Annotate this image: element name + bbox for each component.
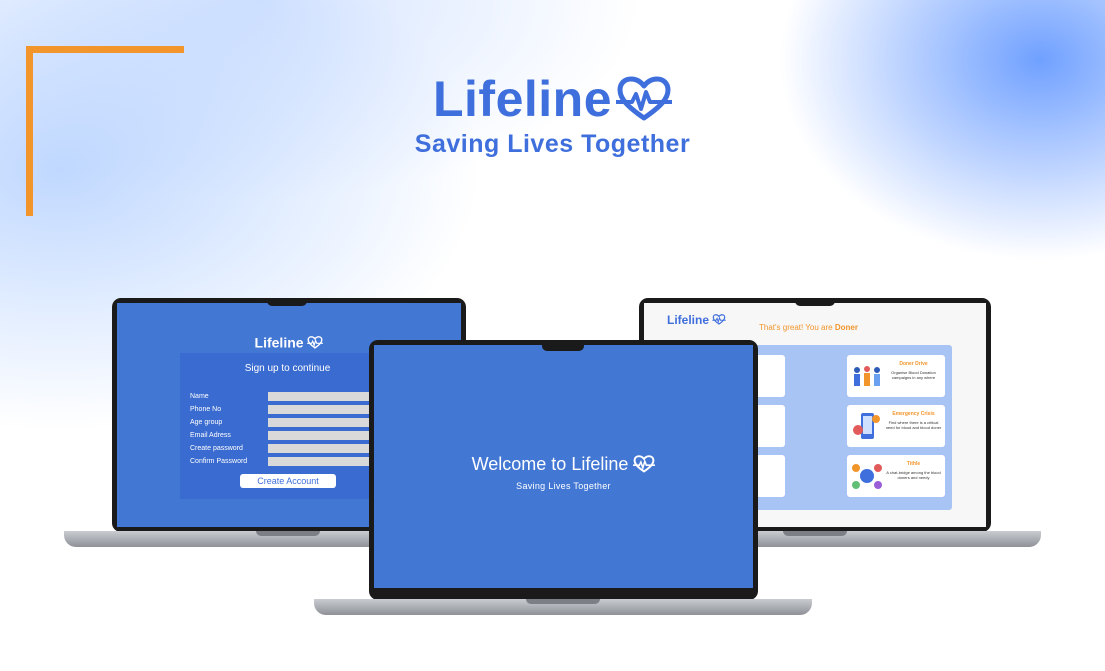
- feature-card-desc: Organise Blood Donation campaigns in any…: [891, 370, 936, 380]
- dashboard-heading-prefix: That's great! You are: [759, 323, 833, 332]
- camera-notch: [267, 298, 307, 306]
- dashboard-brand-text: Lifeline: [667, 312, 710, 327]
- dashboard-heading: That's great! You are Doner: [759, 323, 858, 332]
- create-password-label: Create password: [190, 445, 243, 452]
- signup-brand-text: Lifeline: [254, 334, 304, 351]
- welcome-subtitle: Saving Lives Together: [516, 481, 611, 491]
- dashboard-brand: Lifeline: [667, 312, 727, 327]
- age-group-label: Age group: [190, 419, 223, 426]
- dashboard-role: Doner: [834, 323, 858, 332]
- hero-brand-title: Lifeline: [432, 71, 613, 127]
- email-label: Email Adress: [190, 432, 231, 439]
- welcome-title: Welcome to Lifeline: [374, 453, 753, 475]
- laptop-bezel: Welcome to Lifeline Saving Lives Togethe…: [369, 340, 758, 600]
- feature-card-emergency-crisis[interactable]: Emergency Crisis Find where there is a c…: [847, 405, 945, 447]
- feature-card-title: Emergency Crisis: [892, 411, 935, 417]
- welcome-title-text: Welcome to Lifeline: [471, 453, 629, 474]
- heartbeat-heart-icon: [616, 76, 673, 121]
- feature-card-desc: Find where there is a critical need for …: [885, 420, 942, 430]
- welcome-screen: Welcome to Lifeline Saving Lives Togethe…: [374, 345, 753, 588]
- phone-label: Phone No: [190, 406, 222, 413]
- feature-card-title: Doner Drive: [899, 361, 928, 367]
- heartbeat-heart-icon: [633, 455, 656, 473]
- hero-tagline: Saving Lives Together: [414, 130, 691, 158]
- camera-notch: [542, 340, 584, 351]
- hero-header: Lifeline Saving Lives Together: [0, 70, 1105, 159]
- laptop-base-lip: [526, 599, 600, 604]
- heartbeat-heart-icon: [712, 314, 727, 326]
- hero-brand-row: Lifeline: [432, 70, 673, 128]
- people-illustration-icon: [854, 366, 880, 386]
- phone-alert-icon: [853, 413, 880, 439]
- camera-notch: [795, 298, 835, 306]
- chat-network-icon: [852, 464, 882, 489]
- feature-card-doner-drive[interactable]: Doner Drive Organise Blood Donation camp…: [847, 355, 945, 397]
- feature-card-title: Tithle: [906, 461, 921, 467]
- confirm-password-label: Confirm Password: [190, 458, 248, 465]
- name-label: Name: [190, 393, 209, 400]
- laptop-base-lip: [256, 531, 320, 536]
- feature-card-desc: A chat-bridge among the blood doners and…: [886, 470, 941, 480]
- feature-card-tithle[interactable]: Tithle A chat-bridge among the blood don…: [847, 455, 945, 497]
- laptop-welcome: Welcome to Lifeline Saving Lives Togethe…: [314, 340, 812, 620]
